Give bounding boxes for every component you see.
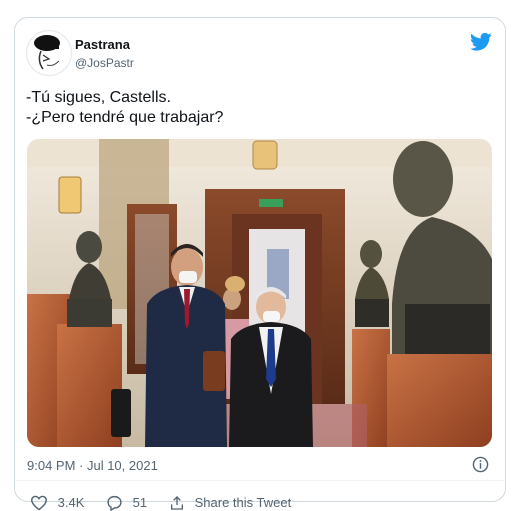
info-icon[interactable] — [472, 456, 489, 473]
like-button[interactable]: 3.4K — [30, 494, 84, 511]
reply-button[interactable]: 51 — [106, 494, 147, 511]
heart-icon — [30, 495, 48, 511]
author-name[interactable]: Pastrana — [75, 37, 130, 52]
tweet-text: -Tú sigues, Castells. -¿Pero tendré que … — [26, 88, 223, 128]
share-icon — [171, 495, 183, 510]
author-handle[interactable]: @JosPastr — [75, 56, 134, 70]
tweet-line: -Tú sigues, Castells. — [26, 89, 171, 106]
reply-icon — [107, 495, 122, 511]
share-button[interactable]: Share this Tweet — [169, 494, 291, 511]
tweet-timestamp[interactable]: 9:04 PM · Jul 10, 2021 — [27, 458, 158, 473]
tweet-line: -¿Pero tendré que trabajar? — [26, 109, 224, 126]
divider — [15, 480, 504, 481]
avatar[interactable] — [26, 30, 72, 76]
bird-icon[interactable] — [470, 32, 492, 52]
tweet-photo[interactable] — [27, 139, 492, 447]
